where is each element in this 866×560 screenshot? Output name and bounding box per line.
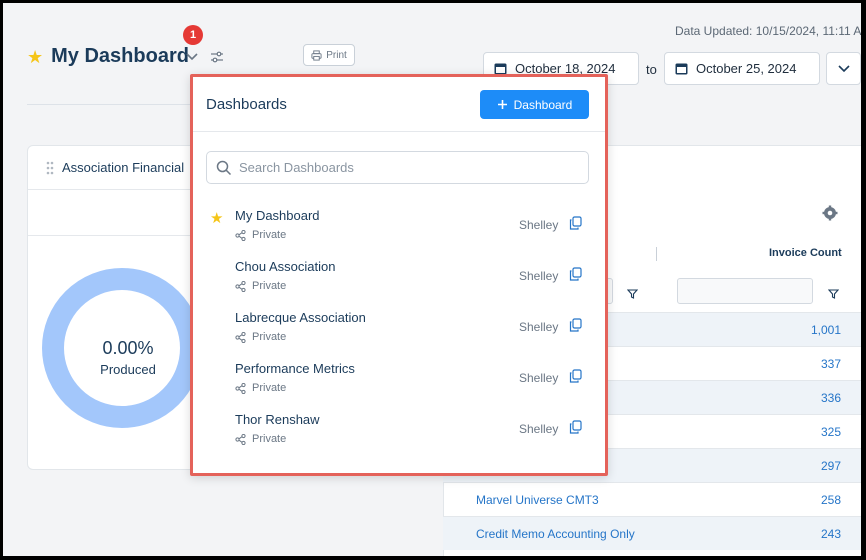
print-label: Print (326, 49, 347, 61)
owner-name: Shelley (519, 218, 559, 232)
plus-icon (497, 100, 507, 109)
share-icon (235, 382, 246, 394)
data-updated-text: Data Updated: 10/15/2024, 11:11 AM (675, 24, 861, 38)
share-icon (235, 229, 246, 241)
row-name[interactable]: Marvel Universe CMT3 (476, 493, 599, 507)
search-dashboards-field[interactable] (206, 151, 589, 184)
visibility-label: Private (252, 382, 287, 394)
row-count[interactable]: 325 (821, 425, 841, 439)
visibility-label: Private (252, 433, 287, 445)
visibility-label: Private (252, 331, 287, 343)
share-icon (235, 280, 246, 292)
owner-name: Shelley (519, 320, 559, 334)
card-header: Association Financial (28, 146, 198, 190)
dashboards-dropdown-panel: Dashboards Dashboard ★ My Dashboard Priv… (190, 74, 608, 476)
card-subheader (28, 190, 198, 236)
copy-icon[interactable] (569, 216, 582, 230)
page-title: My Dashboard (51, 45, 189, 67)
date-to-separator: to (646, 62, 657, 77)
date-to-value: October 25, 2024 (696, 61, 797, 76)
visibility: Private (235, 433, 286, 445)
visibility: Private (235, 331, 286, 343)
table-row[interactable]: Credit Memo Accounting Only 243 (443, 516, 861, 550)
printer-icon (311, 49, 322, 61)
visibility: Private (235, 382, 286, 394)
filter-icon[interactable] (827, 286, 840, 304)
dashboard-page: ★ My Dashboard 1 Print Data Updated: 10/… (3, 3, 861, 556)
visibility-label: Private (252, 280, 287, 292)
star-icon: ★ (27, 46, 44, 67)
divider (27, 104, 197, 105)
dashboard-title[interactable]: ★ My Dashboard (27, 45, 189, 68)
copy-icon[interactable] (569, 369, 582, 383)
row-count[interactable]: 336 (821, 391, 841, 405)
column-header-invoice-count[interactable]: Invoice Count (769, 247, 842, 259)
row-count[interactable]: 337 (821, 357, 841, 371)
percent-caption: Produced (100, 362, 156, 377)
date-to-picker[interactable]: October 25, 2024 (664, 52, 820, 85)
visibility: Private (235, 280, 286, 292)
row-count[interactable]: 1,001 (811, 323, 841, 337)
copy-icon[interactable] (569, 420, 582, 434)
visibility: Private (235, 229, 286, 241)
invoice-count-filter-input[interactable] (677, 278, 813, 304)
dashboard-list-item[interactable]: Labrecque Association Private Shelley (193, 304, 605, 355)
dashboard-list-item[interactable]: Thor Renshaw Private Shelley (193, 406, 605, 457)
gear-icon[interactable] (819, 202, 841, 224)
copy-icon[interactable] (569, 267, 582, 281)
add-dashboard-label: Dashboard (513, 97, 573, 112)
search-input[interactable] (239, 160, 569, 175)
chevron-down-icon (837, 64, 850, 72)
visibility-label: Private (252, 229, 287, 241)
percent-value: 0.00% (102, 338, 154, 358)
drag-handle-icon[interactable] (46, 161, 54, 175)
dashboard-name[interactable]: Labrecque Association (235, 310, 366, 325)
association-financial-card: Association Financial (27, 145, 202, 470)
chevron-down-icon[interactable] (186, 50, 198, 64)
sliders-icon[interactable] (210, 50, 224, 69)
row-name[interactable]: Credit Memo Accounting Only (476, 527, 635, 541)
card-title: Association Financial (62, 160, 185, 175)
search-icon (216, 160, 232, 175)
share-icon (235, 331, 246, 343)
print-button[interactable]: Print (303, 44, 355, 66)
row-count[interactable]: 258 (821, 493, 841, 507)
dashboard-name[interactable]: Thor Renshaw (235, 412, 320, 427)
share-icon (235, 433, 246, 445)
owner-name: Shelley (519, 269, 559, 283)
star-icon[interactable]: ★ (210, 209, 223, 227)
dashboard-name[interactable]: Chou Association (235, 259, 335, 274)
filter-icon[interactable] (626, 286, 639, 304)
owner-name: Shelley (519, 371, 559, 385)
row-count[interactable]: 243 (821, 527, 841, 541)
dashboard-name[interactable]: Performance Metrics (235, 361, 355, 376)
table-row[interactable]: Marvel Universe CMT3 258 (443, 482, 861, 516)
dashboard-list-item[interactable]: ★ My Dashboard Private Shelley (193, 202, 605, 253)
row-count[interactable]: 297 (821, 459, 841, 473)
calendar-icon (675, 63, 688, 75)
dashboard-list-item[interactable]: Chou Association Private Shelley (193, 253, 605, 304)
dashboard-list-item[interactable]: Performance Metrics Private Shelley (193, 355, 605, 406)
date-range-dropdown[interactable] (826, 52, 861, 85)
popup-header: Dashboards Dashboard (193, 77, 605, 132)
owner-name: Shelley (519, 422, 559, 436)
column-divider[interactable] (656, 247, 657, 261)
dashboard-name[interactable]: My Dashboard (235, 208, 320, 223)
add-dashboard-button[interactable]: Dashboard (480, 90, 589, 119)
copy-icon[interactable] (569, 318, 582, 332)
popup-title: Dashboards (206, 96, 287, 113)
notification-badge: 1 (183, 25, 203, 45)
